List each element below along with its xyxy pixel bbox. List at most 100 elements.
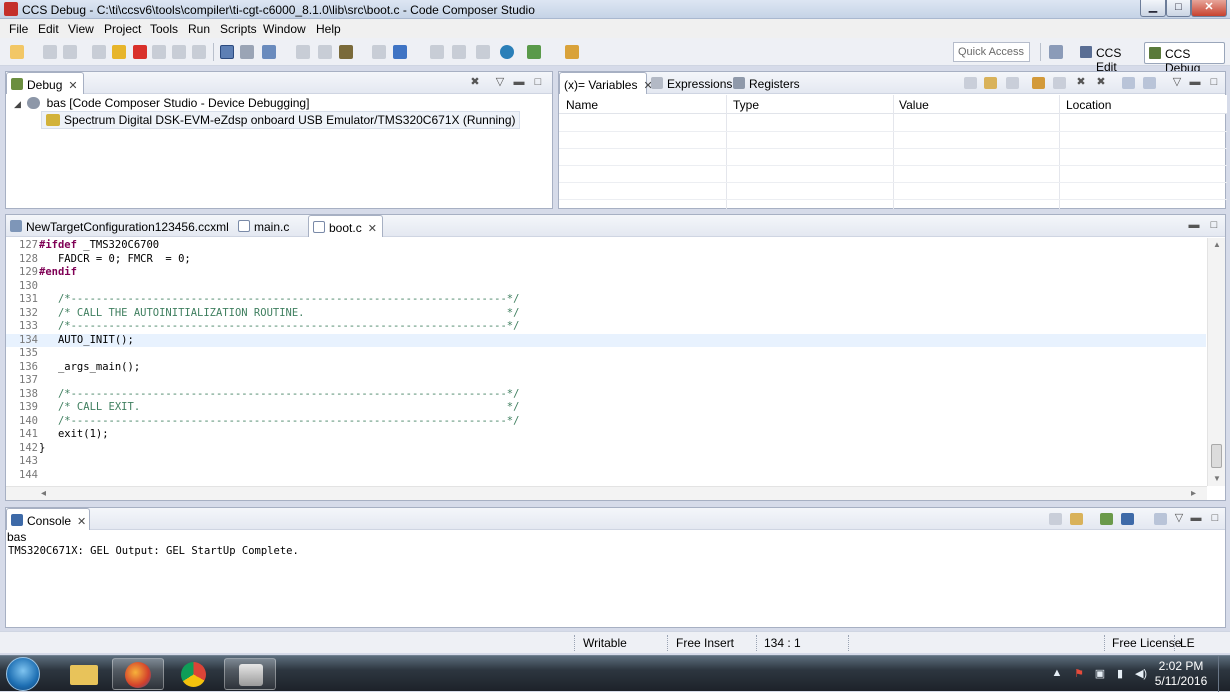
instruction-step-icon[interactable] <box>220 45 234 59</box>
start-button[interactable] <box>6 657 40 691</box>
load-program-icon[interactable] <box>262 45 276 59</box>
maximize-button[interactable]: □ <box>1166 0 1191 17</box>
menu-window[interactable]: Window <box>263 22 306 36</box>
code-line[interactable]: 128 FADCR = 0; FMCR = 0; <box>6 253 1206 267</box>
open-console-icon[interactable] <box>1154 513 1167 525</box>
close-button[interactable]: ✕ <box>1191 0 1227 17</box>
scroll-up-icon[interactable]: ▲ <box>1213 240 1221 249</box>
tab-registers[interactable]: Registers <box>729 72 806 94</box>
col-type[interactable]: Type <box>733 98 759 112</box>
volume-icon[interactable]: ◀) <box>1134 667 1148 680</box>
save-icon[interactable] <box>43 45 57 59</box>
resume-icon[interactable] <box>92 45 106 59</box>
horizontal-scrollbar[interactable]: ◂ ▸ <box>6 486 1207 500</box>
display-console-icon[interactable] <box>1121 513 1134 525</box>
expand-icon[interactable]: ◢ <box>14 99 21 109</box>
minimize-view-icon[interactable]: ▬ <box>1189 76 1201 88</box>
menu-project[interactable]: Project <box>104 22 141 36</box>
chrome-taskbar-icon[interactable] <box>168 658 220 690</box>
build-icon[interactable] <box>372 45 386 59</box>
code-line[interactable]: 134 AUTO_INIT(); <box>6 333 1206 347</box>
code-line[interactable]: 138 /*----------------------------------… <box>6 388 1206 402</box>
pin-icon[interactable] <box>1143 77 1156 89</box>
tree-session[interactable]: ◢ bas [Code Composer Studio - Device Deb… <box>14 96 309 110</box>
network-icon[interactable]: ▮ <box>1113 667 1127 680</box>
code-line[interactable]: 142} <box>6 442 1206 456</box>
tab-boot-c[interactable]: boot.c ✕ <box>308 215 383 237</box>
save-all-icon[interactable] <box>63 45 77 59</box>
code-line[interactable]: 135 <box>6 347 1206 361</box>
scroll-left-icon[interactable]: ◂ <box>41 488 46 499</box>
col-location[interactable]: Location <box>1066 98 1111 112</box>
debug-icon[interactable] <box>339 45 353 59</box>
tree-target[interactable]: Spectrum Digital DSK-EVM-eZdsp onboard U… <box>41 111 520 129</box>
tab-expressions[interactable]: Expressions <box>647 72 738 94</box>
minimize-view-icon[interactable]: ▬ <box>1190 512 1202 524</box>
view-menu-icon[interactable]: ▽ <box>1173 512 1185 524</box>
remove-all-terminated-icon[interactable]: ✖ <box>469 76 481 88</box>
menu-edit[interactable]: Edit <box>38 22 59 36</box>
status-license[interactable]: Free License <box>1112 636 1181 650</box>
perspective-ccs-debug[interactable]: CCS Debug <box>1144 42 1225 75</box>
col-name[interactable]: Name <box>566 98 598 112</box>
new-icon[interactable] <box>10 45 24 59</box>
code-line[interactable]: 129#endif <box>6 266 1206 280</box>
view-menu-icon[interactable]: ▽ <box>1171 76 1183 88</box>
step-over-icon[interactable] <box>172 45 186 59</box>
code-line[interactable]: 131 /*----------------------------------… <box>6 293 1206 307</box>
show-hidden-icons[interactable]: ▲ <box>1050 667 1064 680</box>
new-view-icon[interactable] <box>1122 77 1135 89</box>
code-text[interactable]: 127#ifdef _TMS320C6700 128 FADCR = 0; FMC… <box>6 238 1206 486</box>
tab-debug[interactable]: Debug ✕ <box>6 72 84 94</box>
connect-icon[interactable] <box>240 45 254 59</box>
menu-scripts[interactable]: Scripts <box>220 22 257 36</box>
maximize-view-icon[interactable]: □ <box>532 76 544 88</box>
open-perspective-icon[interactable] <box>1049 45 1063 59</box>
col-value[interactable]: Value <box>899 98 929 112</box>
profile-icon[interactable] <box>565 45 579 59</box>
code-line[interactable]: 127#ifdef _TMS320C6700 <box>6 239 1206 253</box>
forward-icon[interactable] <box>452 45 466 59</box>
code-line[interactable]: 137 <box>6 374 1206 388</box>
maximize-view-icon[interactable]: □ <box>1208 76 1220 88</box>
close-icon[interactable]: ✕ <box>368 223 377 235</box>
code-line[interactable]: 141 exit(1); <box>6 428 1206 442</box>
menu-run[interactable]: Run <box>188 22 210 36</box>
menu-view[interactable]: View <box>68 22 94 36</box>
scroll-down-icon[interactable]: ▼ <box>1213 474 1221 483</box>
scroll-lock-icon[interactable] <box>1070 513 1083 525</box>
add-expression-icon[interactable] <box>1053 77 1066 89</box>
remove-all-icon[interactable]: ✖ <box>1095 76 1107 88</box>
firefox-taskbar-icon[interactable] <box>112 658 164 690</box>
tab-main-c[interactable]: main.c <box>234 215 295 237</box>
console-output[interactable]: TMS320C671X: GEL Output: GEL StartUp Com… <box>8 545 299 557</box>
scroll-right-icon[interactable]: ▸ <box>1191 488 1196 499</box>
menu-tools[interactable]: Tools <box>150 22 178 36</box>
close-icon[interactable]: ✕ <box>68 80 77 92</box>
code-line[interactable]: 133 /*----------------------------------… <box>6 320 1206 334</box>
back-icon[interactable] <box>430 45 444 59</box>
restart-icon[interactable] <box>296 45 310 59</box>
tab-target-config[interactable]: NewTargetConfiguration123456.ccxml <box>6 215 235 237</box>
scroll-thumb[interactable] <box>1211 444 1222 468</box>
code-line[interactable]: 143 <box>6 455 1206 469</box>
code-line[interactable]: 132 /* CALL THE AUTOINITIALIZATION ROUTI… <box>6 307 1206 321</box>
code-line[interactable]: 130 <box>6 280 1206 294</box>
menu-file[interactable]: File <box>9 22 28 36</box>
refresh-icon[interactable] <box>1032 77 1045 89</box>
run-icon[interactable] <box>393 45 407 59</box>
minimize-button[interactable]: ▁ <box>1140 0 1166 17</box>
step-return-icon[interactable] <box>192 45 206 59</box>
search-icon[interactable] <box>500 45 514 59</box>
maximize-view-icon[interactable]: □ <box>1208 219 1220 231</box>
ccs-taskbar-icon[interactable] <box>224 658 276 690</box>
perspective-ccs-edit[interactable]: CCS Edit <box>1076 42 1142 74</box>
code-line[interactable]: 136 _args_main(); <box>6 361 1206 375</box>
minimize-view-icon[interactable]: ▬ <box>513 76 525 88</box>
suspend-icon[interactable] <box>112 45 126 59</box>
action-center-icon[interactable]: ⚑ <box>1072 667 1086 680</box>
pin-console-icon[interactable] <box>1100 513 1113 525</box>
usb-icon[interactable]: ▣ <box>1093 667 1107 680</box>
reset-icon[interactable] <box>318 45 332 59</box>
explorer-taskbar-icon[interactable] <box>58 658 110 690</box>
